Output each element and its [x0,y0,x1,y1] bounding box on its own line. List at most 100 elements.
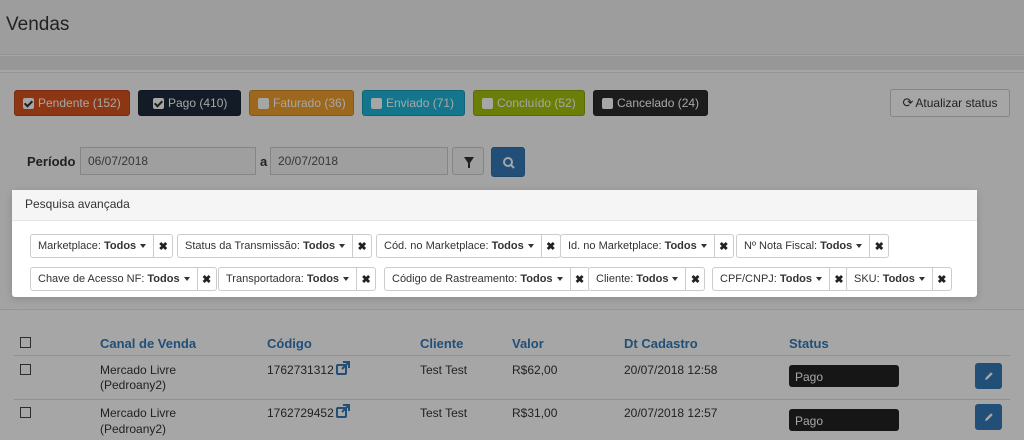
filter-chip-id-marketplace: Id. no Marketplace: Todos ✖ [560,234,734,258]
filter-chip-value: Todos [306,273,340,285]
filter-chip-cod-marketplace: Cód. no Marketplace: Todos ✖ [376,234,561,258]
column-header-status[interactable]: Status [789,336,829,351]
column-header-cliente[interactable]: Cliente [420,336,463,351]
refresh-status-button[interactable]: ⟳ Atualizar status [890,89,1010,117]
status-filter-faturado[interactable]: Faturado (36) [249,90,354,116]
filter-dropdown-transportadora[interactable]: Transportadora: Todos [218,267,357,291]
search-button[interactable] [491,147,525,177]
filter-chip-value: Todos [147,273,180,285]
periodo-label: Período [27,154,76,169]
remove-icon: ✖ [937,273,947,286]
caret-down-icon [556,277,563,281]
filter-chip-chave-acesso: Chave de Acesso NF: Todos ✖ [30,267,217,291]
filter-chip-label: CPF/CNPJ: [720,273,777,285]
filter-dropdown-marketplace[interactable]: Marketplace: Todos [30,234,154,258]
status-filter-label: Cancelado (24) [617,96,700,110]
filter-chip-label: Marketplace: [38,240,101,252]
remove-filter-button[interactable]: ✖ [713,234,734,258]
filter-dropdown-id-marketplace[interactable]: Id. no Marketplace: Todos [560,234,714,258]
remove-filter-button[interactable]: ✖ [540,234,561,258]
valor: R$62,00 [512,363,558,377]
advanced-search-panel: Pesquisa avançada Marketplace: Todos ✖ St… [12,190,977,297]
filter-chip-nota-fiscal: Nº Nota Fiscal: Todos ✖ [736,234,890,258]
pencil-icon [985,372,993,380]
filter-dropdown-nota-fiscal[interactable]: Nº Nota Fiscal: Todos [736,234,870,258]
remove-icon: ✖ [834,273,844,286]
date-from-input[interactable]: 06/07/2018 [80,147,256,175]
status-filter-enviado[interactable]: Enviado (71) [362,90,465,116]
remove-icon: ✖ [574,273,585,286]
status-filter-pago[interactable]: Pago (410) [138,90,241,116]
caret-down-icon [343,277,350,281]
status-filter-label: Concluído (52) [497,96,576,110]
filter-chip-status-transmissao: Status da Transmissão: Todos ✖ [177,234,373,258]
status-badge: Pago [789,365,899,387]
status-badge: Pago [789,409,899,431]
edit-button[interactable] [975,363,1002,389]
external-link-icon[interactable] [336,361,350,375]
caret-down-icon [816,277,823,281]
filter-dropdown-cliente[interactable]: Cliente: Todos [588,267,686,291]
column-header-canal[interactable]: Canal de Venda [100,336,196,351]
column-header-valor[interactable]: Valor [512,336,544,351]
row-checkbox[interactable] [20,364,31,375]
status-filter-concluido[interactable]: Concluído (52) [473,90,585,116]
filter-chip-value: Todos [491,240,524,252]
filter-dropdown-status-transmissao[interactable]: Status da Transmissão: Todos [177,234,353,258]
date-to-input[interactable]: 20/07/2018 [270,147,448,175]
filter-chip-value: Todos [636,273,669,285]
search-icon [503,157,515,169]
filter-chip-rastreamento: Código de Rastreamento: Todos ✖ [384,267,590,291]
caret-down-icon [140,244,147,248]
filter-chip-value: Todos [302,240,336,252]
filter-chip-label: Nº Nota Fiscal: [744,240,818,252]
status-filter-label: Faturado (36) [273,96,346,110]
filter-dropdown-chave-acesso[interactable]: Chave de Acesso NF: Todos [30,267,197,291]
column-header-dt-cadastro[interactable]: Dt Cadastro [624,336,698,351]
page-title: Vendas [6,14,70,35]
column-header-codigo[interactable]: Código [267,336,312,351]
remove-filter-button[interactable]: ✖ [685,267,706,291]
remove-icon: ✖ [357,240,367,253]
checkbox-checked-icon [153,97,164,109]
status-filter-cancelado[interactable]: Cancelado (24) [593,90,708,116]
row-checkbox[interactable] [20,407,31,418]
status-filter-label: Pendente (152) [38,96,121,110]
refresh-status-label: Atualizar status [915,96,998,110]
checkbox-unchecked-icon [258,97,269,109]
filter-dropdown-rastreamento[interactable]: Código de Rastreamento: Todos [384,267,570,291]
filter-chip-label: Cód. no Marketplace: [384,240,489,252]
external-link-icon[interactable] [336,404,350,418]
remove-filter-button[interactable]: ✖ [352,234,373,258]
filter-button[interactable] [452,147,484,175]
status-filter-label: Pago (410) [168,96,228,110]
caret-down-icon [527,244,534,248]
filter-chip-label: Chave de Acesso NF: [38,273,145,285]
row-divider [14,399,1010,400]
filter-chip-value: Todos [882,273,915,285]
edit-button[interactable] [975,404,1002,430]
remove-filter-button[interactable]: ✖ [196,267,217,291]
page: Vendas Pendente (152) Pago (410) Faturad… [0,0,1024,440]
advanced-search-title: Pesquisa avançada [12,190,977,221]
checkbox-unchecked-icon [482,97,493,109]
codigo-link[interactable]: 1762729452 [267,406,334,420]
remove-icon: ✖ [546,240,556,253]
pencil-icon [985,413,993,421]
dt-cadastro: 20/07/2018 12:58 [624,363,718,377]
select-all-checkbox[interactable] [20,337,31,348]
filter-chip-value: Todos [820,240,853,252]
status-filter-pendente[interactable]: Pendente (152) [14,90,130,116]
filter-chip-label: Cliente: [596,273,634,285]
caret-down-icon [856,244,863,248]
filter-dropdown-cod-marketplace[interactable]: Cód. no Marketplace: Todos [376,234,541,258]
filter-dropdown-cpf-cnpj[interactable]: CPF/CNPJ: Todos [712,267,830,291]
remove-filter-button[interactable]: ✖ [153,234,174,258]
remove-filter-button[interactable]: ✖ [931,267,952,291]
remove-filter-button[interactable]: ✖ [356,267,377,291]
filter-dropdown-sku[interactable]: SKU: Todos [846,267,932,291]
remove-filter-button[interactable]: ✖ [869,234,890,258]
codigo-link[interactable]: 1762731312 [267,363,334,377]
remove-filter-button[interactable]: ✖ [569,267,590,291]
canal-account: (Pedroany2) [100,422,167,436]
